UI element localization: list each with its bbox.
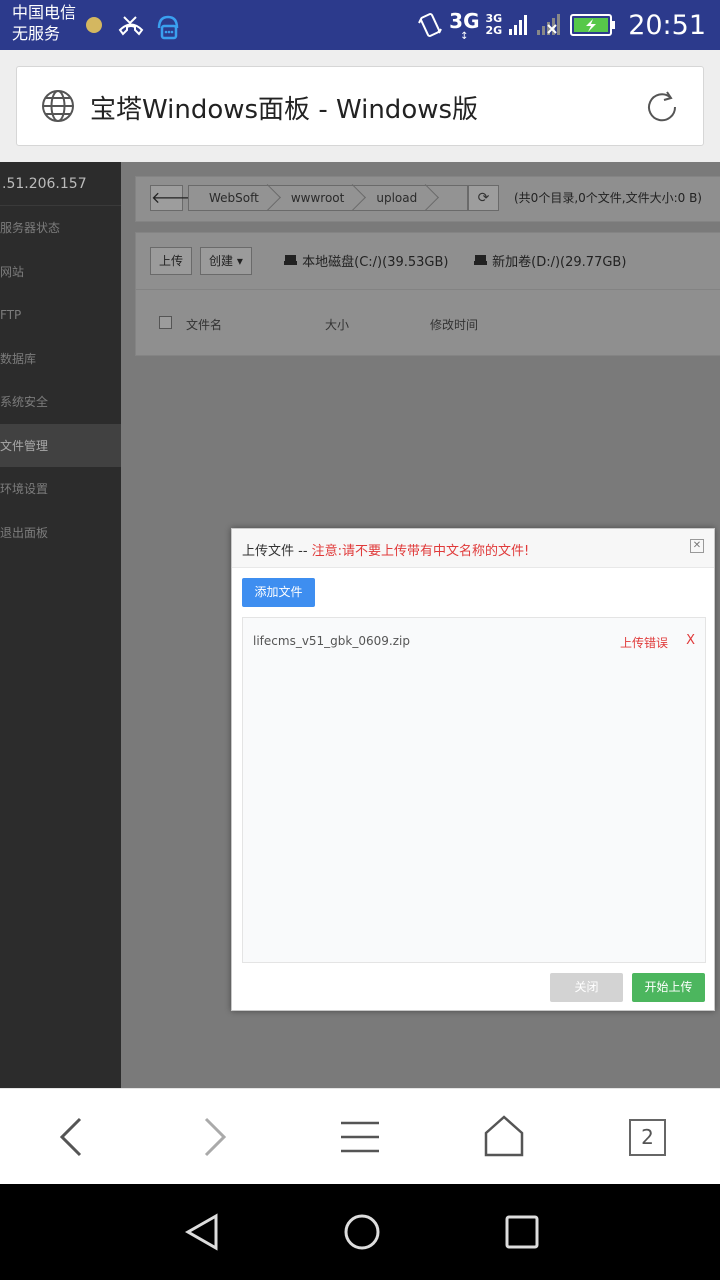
sidebar-item-server-status[interactable]: 服务器状态 bbox=[0, 206, 121, 250]
column-size: 大小 bbox=[325, 318, 350, 332]
upload-button[interactable]: 上传 bbox=[150, 247, 193, 275]
select-all-checkbox[interactable] bbox=[159, 316, 172, 329]
sidebar-item-files[interactable]: 文件管理 bbox=[0, 423, 121, 467]
breadcrumb-item[interactable]: upload bbox=[356, 186, 429, 210]
add-file-button[interactable]: 添加文件 bbox=[242, 578, 315, 607]
browser-bottom-bar: 2 bbox=[0, 1088, 720, 1184]
disk-icon bbox=[474, 255, 487, 265]
close-icon[interactable]: ✕ bbox=[690, 539, 704, 553]
sidebar-item-website[interactable]: 网站 bbox=[0, 250, 121, 294]
sidebar-item-ftp[interactable]: FTP bbox=[0, 293, 121, 337]
signal-bars-icon bbox=[509, 15, 528, 35]
dialog-header: 上传文件 -- 注意:请不要上传带有中文名称的文件! ✕ bbox=[232, 529, 714, 568]
back-arrow-button[interactable]: 🡐 bbox=[150, 185, 194, 211]
browser-toolbar: 宝塔Windows面板 - Windows版 bbox=[0, 50, 720, 162]
server-ip: .51.206.157 bbox=[0, 162, 121, 206]
disk-icon bbox=[284, 255, 297, 265]
breadcrumb-item[interactable]: WebSoft bbox=[189, 186, 271, 210]
vibrate-icon bbox=[418, 13, 443, 37]
system-nav-bar bbox=[0, 1184, 720, 1280]
carrier-name: 中国电信 bbox=[12, 3, 77, 22]
battery-charging-icon bbox=[570, 14, 616, 36]
service-status: 无服务 bbox=[12, 24, 61, 43]
status-right: 3G ↕ 3G 2G 20:51 bbox=[417, 6, 706, 44]
upload-error-status: 上传错误 bbox=[619, 636, 668, 650]
system-recents-icon[interactable] bbox=[502, 1212, 542, 1252]
back-icon[interactable] bbox=[52, 1113, 88, 1161]
reload-icon[interactable] bbox=[643, 88, 681, 126]
missed-call-icon bbox=[118, 16, 144, 36]
path-bar: 🡐 WebSoft wwwroot upload ⟳ (共0个目录,0个文件,文… bbox=[135, 176, 720, 222]
globe-icon bbox=[42, 90, 74, 122]
home-icon[interactable] bbox=[483, 1113, 525, 1157]
breadcrumb-item[interactable]: wwwroot bbox=[271, 186, 357, 210]
sidebar-item-environment[interactable]: 环境设置 bbox=[0, 467, 121, 511]
remove-file-button[interactable]: X bbox=[686, 633, 695, 648]
file-panel: 上传 创建 ▾ 本地磁盘(C:/)(39.53GB) 新加卷(D:/)(29.7… bbox=[135, 232, 720, 356]
tab-switcher-button[interactable]: 2 bbox=[629, 1119, 666, 1156]
system-home-icon[interactable] bbox=[342, 1212, 382, 1252]
network-secondary: 3G 2G bbox=[485, 12, 503, 37]
upload-dialog: 上传文件 -- 注意:请不要上传带有中文名称的文件! ✕ 添加文件 lifecm… bbox=[231, 528, 715, 1011]
no-signal-icon bbox=[537, 14, 561, 35]
address-bar[interactable]: 宝塔Windows面板 - Windows版 bbox=[16, 66, 704, 146]
upload-file-name: lifecms_v51_gbk_0609.zip bbox=[253, 634, 410, 648]
system-back-icon[interactable] bbox=[182, 1212, 222, 1252]
create-dropdown-button[interactable]: 创建 ▾ bbox=[200, 247, 252, 275]
dialog-title: 上传文件 -- 注意:请不要上传带有中文名称的文件! bbox=[242, 544, 530, 559]
disk-d[interactable]: 新加卷(D:/)(29.77GB) bbox=[474, 251, 626, 270]
sidebar-item-logout[interactable]: 退出面板 bbox=[0, 511, 121, 555]
directory-summary: (共0个目录,0个文件,文件大小:0 B) bbox=[514, 191, 702, 205]
column-modified: 修改时间 bbox=[430, 318, 479, 332]
file-table-header: 文件名 大小 修改时间 bbox=[136, 289, 720, 355]
start-upload-button[interactable]: 开始上传 bbox=[632, 973, 705, 1002]
page-title: 宝塔Windows面板 - Windows版 bbox=[90, 95, 479, 125]
sidebar: .51.206.157 服务器状态 网站 FTP 数据库 系统安全 文件管理 环… bbox=[0, 162, 121, 1088]
carrier-info: 中国电信 无服务 bbox=[12, 2, 76, 44]
refresh-button[interactable]: ⟳ bbox=[468, 185, 499, 211]
status-bar: 中国电信 无服务 3G ↕ 3G 2G 20:51 bbox=[0, 0, 720, 50]
clock: 20:51 bbox=[628, 9, 706, 41]
upload-file-list: lifecms_v51_gbk_0609.zip 上传错误 X bbox=[242, 617, 706, 963]
forward-icon[interactable] bbox=[196, 1113, 232, 1161]
network-3g: 3G ↕ bbox=[449, 9, 480, 42]
dialog-warning: 注意:请不要上传带有中文名称的文件! bbox=[311, 544, 530, 559]
menu-icon[interactable] bbox=[339, 1117, 381, 1157]
headset-chat-icon bbox=[157, 15, 179, 40]
breadcrumb: WebSoft wwwroot upload bbox=[188, 185, 468, 211]
close-button[interactable]: 关闭 bbox=[550, 973, 623, 1002]
sidebar-item-security[interactable]: 系统安全 bbox=[0, 380, 121, 424]
notification-dot-icon bbox=[86, 17, 102, 33]
disk-c[interactable]: 本地磁盘(C:/)(39.53GB) bbox=[284, 251, 448, 270]
column-name: 文件名 bbox=[186, 318, 223, 332]
sidebar-item-database[interactable]: 数据库 bbox=[0, 337, 121, 381]
